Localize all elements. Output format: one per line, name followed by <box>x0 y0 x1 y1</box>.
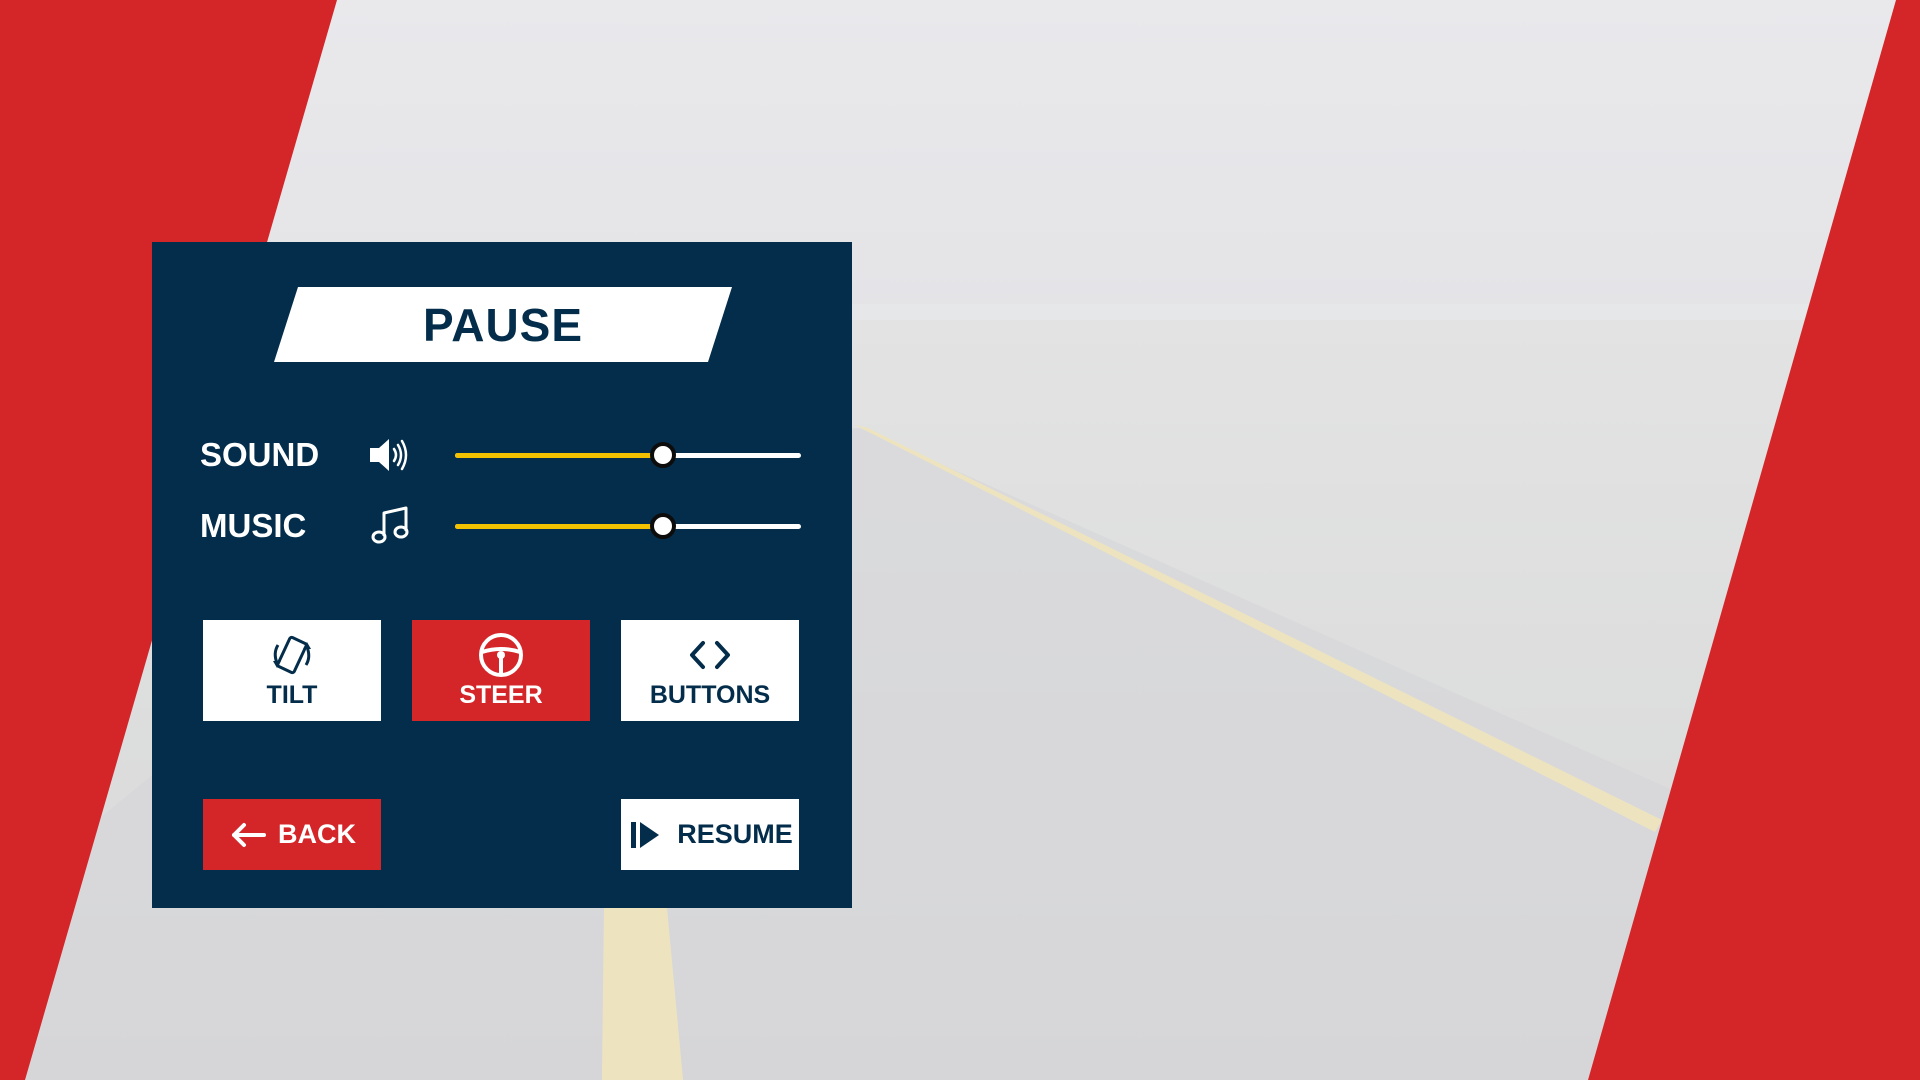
music-label: MUSIC <box>200 507 307 544</box>
sound-row: SOUND <box>200 430 810 480</box>
music-row: MUSIC <box>200 501 810 551</box>
page-title: PAUSE <box>422 298 584 351</box>
music-note-icon <box>371 506 409 544</box>
sound-slider-thumb[interactable] <box>649 442 676 468</box>
music-slider-thumb[interactable] <box>649 513 676 539</box>
back-label: BACK <box>278 819 356 849</box>
music-slider[interactable] <box>455 501 801 551</box>
play-resume-icon <box>631 821 660 848</box>
tilt-label: TILT <box>266 681 318 709</box>
back-button[interactable]: BACK <box>203 799 381 870</box>
title-banner: PAUSE <box>274 287 732 362</box>
sound-label: SOUND <box>200 436 320 473</box>
steer-label: STEER <box>459 681 543 709</box>
steering-wheel-icon <box>479 633 523 677</box>
arrow-buttons-icon <box>690 641 730 669</box>
buttons-mode-button[interactable]: BUTTONS <box>621 620 799 721</box>
arrow-left-icon <box>232 822 266 847</box>
tilt-phone-icon <box>273 635 311 675</box>
sound-slider-fill <box>455 453 663 458</box>
buttons-label: BUTTONS <box>649 681 771 709</box>
sound-slider[interactable] <box>455 430 801 480</box>
pause-panel: PAUSE SOUND MUSIC TILT STEER BUTTONS BAC… <box>152 242 852 908</box>
tilt-button[interactable]: TILT <box>203 620 381 721</box>
resume-button[interactable]: RESUME <box>621 799 799 870</box>
music-slider-fill <box>455 524 663 529</box>
speaker-icon <box>370 439 408 471</box>
resume-label: RESUME <box>677 819 793 849</box>
steer-button[interactable]: STEER <box>412 620 590 721</box>
